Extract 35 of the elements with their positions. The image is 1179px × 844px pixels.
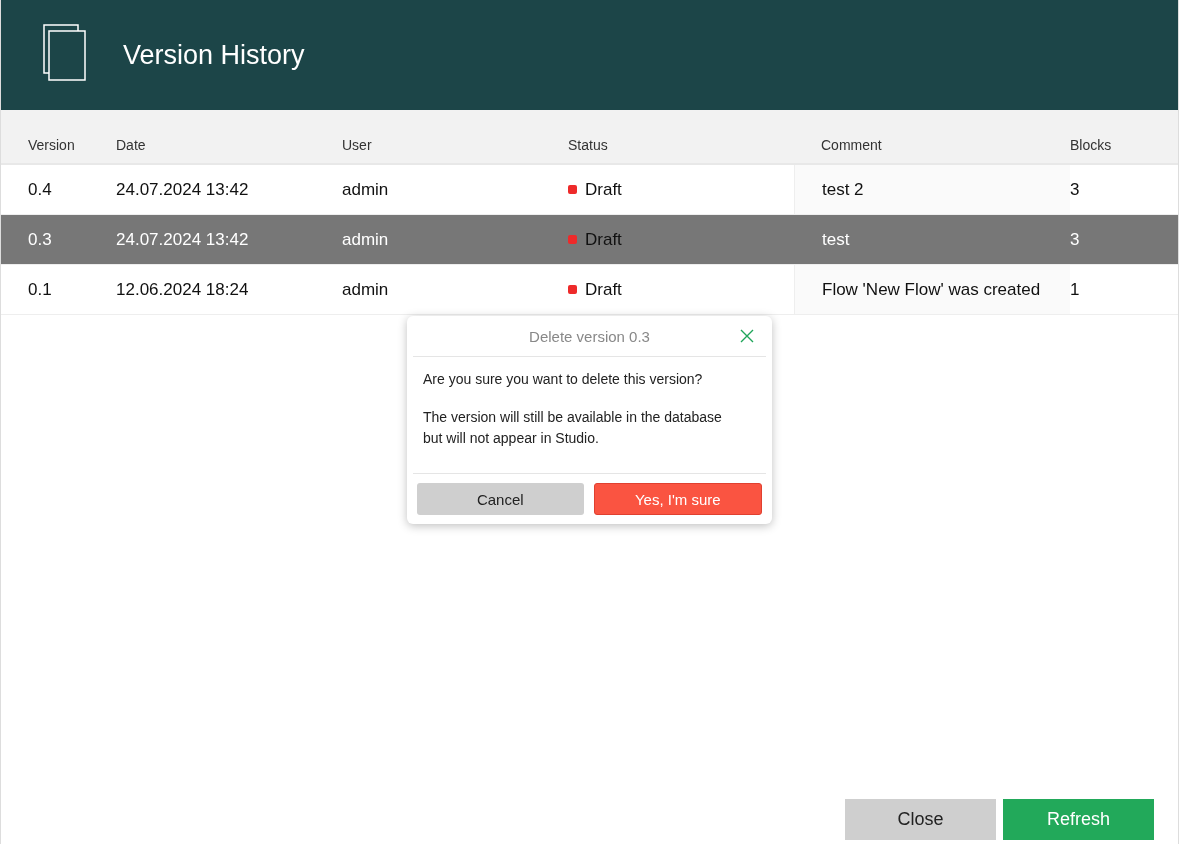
column-header: User xyxy=(342,137,373,153)
table-cell-text: admin xyxy=(342,178,390,201)
column-header: Date xyxy=(116,137,147,153)
column-header: Version xyxy=(27,137,76,153)
window-title: Version History xyxy=(123,39,305,71)
table-cell-text: 0.1 xyxy=(27,278,53,301)
close-icon[interactable] xyxy=(740,329,754,343)
table-cell-text: 24.07.2024 13:42 xyxy=(116,228,250,251)
table-cell-text: admin xyxy=(342,278,390,301)
column-header: Comment xyxy=(820,137,883,153)
table-cell-text: 12.06.2024 18:24 xyxy=(116,278,250,301)
status-text: Draft xyxy=(585,179,622,200)
table-cell-text: 24.07.2024 13:42 xyxy=(116,178,250,201)
comment-cell-text: test xyxy=(821,228,851,251)
comment-cell: Flow 'New Flow' was created xyxy=(794,265,1070,314)
table-row[interactable]: 0.1 12.06.2024 18:24 admin Draft Flow 'New Flow' was created 1 xyxy=(1,265,1178,315)
table-cell-text: 1 xyxy=(1070,278,1081,301)
table-row[interactable]: 0.4 24.07.2024 13:42 admin Draft test 2 3 xyxy=(1,165,1178,215)
status-text: Draft xyxy=(585,279,622,300)
table-cell-text: 0.3 xyxy=(27,228,53,251)
table-cell-text: admin xyxy=(342,228,390,251)
dialog-question: Are you sure you want to delete this version? xyxy=(423,370,704,389)
close-button[interactable]: Close xyxy=(845,799,996,840)
table-cell-text: 3 xyxy=(1070,178,1081,201)
column-header: Status xyxy=(568,137,609,153)
status-text: Draft xyxy=(585,229,622,250)
dialog-title: Delete version 0.3 xyxy=(529,327,650,345)
documents-icon xyxy=(43,24,87,82)
table-cell-text: 3 xyxy=(1070,228,1081,251)
column-header: Blocks xyxy=(1070,137,1113,153)
table-row[interactable]: 0.3 24.07.2024 13:42 admin Draft test 3 xyxy=(1,215,1178,265)
dialog-message: The version will still be available in the database but will not appear in Studio. xyxy=(423,408,723,448)
table-cell-text: 0.4 xyxy=(27,178,53,201)
cancel-button[interactable]: Cancel xyxy=(417,483,584,515)
comment-cell: test 2 xyxy=(794,165,1070,214)
